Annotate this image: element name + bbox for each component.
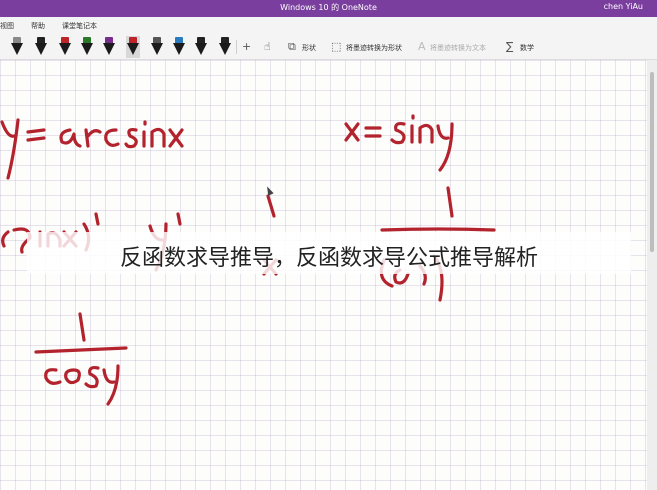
math-icon[interactable]: ∑ [506, 40, 513, 53]
ink-to-text-button[interactable]: 将墨迹转换为文本 [430, 43, 486, 53]
ink-stroke [84, 366, 100, 389]
ink-stroke [78, 312, 86, 342]
ink-stroke [124, 128, 138, 149]
ink-stroke [34, 346, 128, 354]
pen-tool-icon[interactable] [80, 36, 94, 58]
pen-body [103, 43, 115, 55]
math-button[interactable]: 数学 [520, 43, 534, 53]
caption-banner: 反函数求导推导，反函数求导公式推导解析 [27, 232, 631, 274]
ink-stroke [104, 128, 120, 147]
menu-view[interactable]: 视图 [0, 21, 14, 31]
pen-tool-icon[interactable] [10, 36, 24, 58]
pen-body [59, 43, 71, 55]
ink-stroke [0, 118, 20, 180]
ink-stroke [266, 194, 276, 218]
ink-stroke [410, 114, 415, 144]
ink-stroke [436, 122, 454, 172]
ink-to-shape-button[interactable]: 将墨迹转换为形状 [346, 43, 402, 53]
menu-bar: 视图 帮助 课堂笔记本 [0, 17, 657, 34]
pen-tool-icon[interactable] [172, 36, 186, 58]
draw-toolbar: + ☝ ⧉ 形状 ⬚ 将墨迹转换为形状 A 将墨迹转换为文本 ∑ 数学 [0, 34, 657, 60]
pen-tool-icon[interactable] [150, 36, 164, 58]
handwriting-ink [0, 114, 496, 406]
ink-stroke [168, 128, 184, 148]
pen-tool-icon[interactable] [34, 36, 48, 58]
menu-class-notebook[interactable]: 课堂笔记本 [62, 21, 97, 31]
pen-body [219, 43, 231, 55]
ink-stroke [84, 128, 102, 148]
add-pen-icon[interactable]: + [242, 40, 251, 53]
pen-tool-icon[interactable] [218, 36, 232, 58]
ink-to-shape-icon[interactable]: ⬚ [331, 40, 341, 53]
shape-button[interactable]: 形状 [302, 43, 316, 53]
pen-body [195, 43, 207, 55]
ink-stroke [380, 227, 496, 232]
ink-to-text-icon[interactable]: A [418, 40, 426, 53]
ink-stroke [142, 120, 147, 148]
pen-body [35, 43, 47, 55]
title-bar: Windows 10 的 OneNote chen YiAu [0, 0, 657, 17]
shape-icon[interactable]: ⧉ [288, 40, 296, 54]
ink-stroke [59, 128, 82, 148]
ink-stroke [364, 126, 382, 138]
ink-stroke [418, 123, 434, 144]
window-title: Windows 10 的 OneNote [280, 3, 377, 12]
ink-stroke [344, 122, 360, 142]
ink-stroke [390, 122, 406, 145]
pen-body [81, 43, 93, 55]
ink-stroke [64, 368, 81, 385]
toolbar-separator [236, 40, 237, 54]
pen-tool-icon[interactable] [194, 36, 208, 58]
ink-stroke [26, 128, 46, 142]
ink-stroke [44, 368, 62, 385]
caption-text: 反函数求导推导，反函数求导公式推导解析 [119, 246, 538, 271]
ink-stroke [150, 127, 166, 148]
ink-stroke [102, 364, 120, 406]
ink-stroke [446, 186, 454, 218]
pen-tool-icon[interactable] [102, 36, 116, 58]
pen-tool-icon[interactable] [126, 36, 140, 58]
touch-draw-icon[interactable]: ☝ [264, 40, 271, 53]
pen-body [11, 43, 23, 55]
pen-body [173, 43, 185, 55]
pen-body [127, 43, 139, 55]
pen-body [151, 43, 163, 55]
pen-tool-icon[interactable] [58, 36, 72, 58]
menu-help[interactable]: 帮助 [31, 21, 45, 31]
user-name[interactable]: chen YiAu [604, 2, 643, 11]
